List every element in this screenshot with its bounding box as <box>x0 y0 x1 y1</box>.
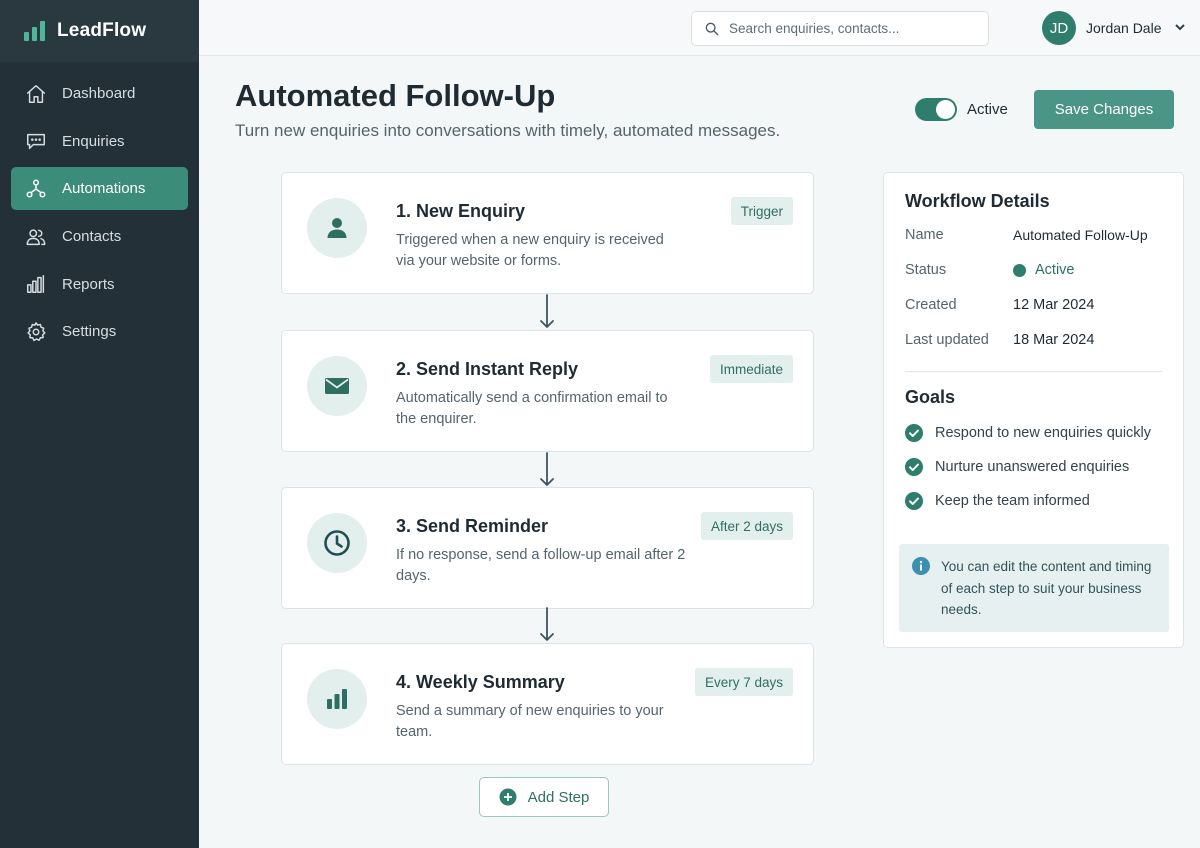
status-badge: Active <box>1035 262 1075 278</box>
step-card-weekly-summary[interactable]: 4. Weekly Summary Send a summary of new … <box>281 643 814 765</box>
toggle-knob <box>936 100 955 119</box>
detail-value: 18 Mar 2024 <box>1013 332 1095 348</box>
goal-item: Keep the team informed <box>905 492 1090 510</box>
sidebar: LeadFlow Dashboard Enquiries Automations… <box>0 0 199 848</box>
detail-row-name: Name Automated Follow-Up <box>905 227 1148 243</box>
arrow-down-icon <box>537 452 557 488</box>
detail-label: Last updated <box>905 332 989 348</box>
sidebar-item-label: Enquiries <box>62 132 125 150</box>
bar-chart-icon <box>24 272 48 296</box>
info-icon <box>912 557 930 575</box>
detail-row-created: Created 12 Mar 2024 <box>905 297 1094 313</box>
step-description: Triggered when a new enquiry is received… <box>396 232 664 269</box>
step-title: 1. New Enquiry <box>396 201 526 221</box>
goal-text: Respond to new enquiries quickly <box>935 425 1152 441</box>
bar-chart-icon <box>307 669 367 729</box>
search-icon <box>705 22 719 35</box>
sidebar-item-label: Automations <box>62 180 146 198</box>
active-toggle[interactable]: Active <box>915 98 1008 121</box>
step-title: 3. Send Reminder <box>396 516 549 536</box>
step-title: 2. Send Instant Reply <box>396 359 579 379</box>
workflow-details-panel: Workflow Details Name Automated Follow-U… <box>883 172 1184 648</box>
user-name: Jordan Dale <box>1086 20 1162 36</box>
step-description: If no response, send a follow-up email a… <box>396 547 686 584</box>
sidebar-item-label: Settings <box>62 323 117 341</box>
toggle-label: Active <box>967 101 1008 118</box>
step-badge: Trigger <box>730 197 793 225</box>
brand-name: LeadFlow <box>57 20 147 41</box>
step-badge: Immediate <box>709 355 793 383</box>
goal-item: Nurture unanswered enquiries <box>905 458 1129 476</box>
mail-icon <box>307 356 367 416</box>
clock-icon <box>307 513 367 573</box>
add-step-button[interactable]: Add Step <box>479 777 609 817</box>
info-text: You can edit the content and timing of e… <box>941 559 1152 617</box>
goals-title: Goals <box>905 387 956 407</box>
gear-icon <box>24 320 48 344</box>
check-circle-icon <box>905 458 923 476</box>
plus-circle-icon <box>499 788 517 806</box>
detail-row-last-updated: Last updated 18 Mar 2024 <box>905 332 1094 348</box>
sidebar-item-label: Reports <box>62 275 115 293</box>
toggle-switch[interactable] <box>915 98 957 121</box>
sidebar-item-reports[interactable]: Reports <box>11 263 188 306</box>
save-changes-button[interactable]: Save Changes <box>1034 90 1174 129</box>
brand[interactable]: LeadFlow <box>0 0 199 62</box>
step-title: 4. Weekly Summary <box>396 672 565 692</box>
sidebar-item-enquiries[interactable]: Enquiries <box>11 120 188 163</box>
info-box: You can edit the content and timing of e… <box>899 544 1169 632</box>
sidebar-item-dashboard[interactable]: Dashboard <box>11 72 188 115</box>
step-badge: Every 7 days <box>694 668 793 696</box>
arrow-down-icon <box>537 294 557 330</box>
detail-value: Automated Follow-Up <box>1013 227 1148 243</box>
avatar: JD <box>1042 11 1076 45</box>
status-dot-icon <box>1013 263 1026 277</box>
goal-text: Keep the team informed <box>935 493 1090 509</box>
check-circle-icon <box>905 492 923 510</box>
step-description: Send a summary of new enquiries to your … <box>396 703 664 740</box>
sidebar-item-settings[interactable]: Settings <box>11 310 188 353</box>
detail-label: Created <box>905 297 957 313</box>
sidebar-item-contacts[interactable]: Contacts <box>11 215 188 258</box>
step-card-send-reminder[interactable]: 3. Send Reminder If no response, send a … <box>281 487 814 609</box>
step-badge: After 2 days <box>700 512 793 540</box>
search-box[interactable] <box>691 11 989 46</box>
panel-title: Workflow Details <box>905 191 1050 211</box>
users-icon <box>24 225 48 249</box>
top-bar: JD Jordan Dale <box>199 0 1200 56</box>
detail-label: Name <box>905 227 944 243</box>
step-description: Automatically send a confirmation email … <box>396 390 668 427</box>
step-card-new-enquiry[interactable]: 1. New Enquiry Triggered when a new enqu… <box>281 172 814 294</box>
home-icon <box>24 82 48 106</box>
user-icon <box>307 198 367 258</box>
page-subtitle: Turn new enquiries into conversations wi… <box>235 121 781 140</box>
detail-row-status: Status Active <box>905 262 1075 278</box>
chevron-down-icon[interactable] <box>1162 18 1186 38</box>
step-card-send-instant-reply[interactable]: 2. Send Instant Reply Automatically send… <box>281 330 814 452</box>
check-circle-icon <box>905 424 923 442</box>
arrow-down-icon <box>537 607 557 643</box>
user-menu[interactable]: JD Jordan Dale <box>1042 11 1186 45</box>
chat-icon <box>24 129 48 153</box>
goal-item: Respond to new enquiries quickly <box>905 424 1151 442</box>
detail-value: Active <box>1013 262 1075 278</box>
workflow-icon <box>24 177 48 201</box>
page-title: Automated Follow-Up <box>235 78 556 113</box>
goal-text: Nurture unanswered enquiries <box>935 459 1130 475</box>
divider <box>905 371 1162 372</box>
search-input[interactable] <box>729 21 969 36</box>
sidebar-nav: Dashboard Enquiries Automations Contacts… <box>0 62 199 353</box>
logo-icon <box>24 21 45 41</box>
detail-label: Status <box>905 262 947 278</box>
add-step-label: Add Step <box>527 788 590 806</box>
sidebar-item-label: Contacts <box>62 228 122 246</box>
sidebar-item-label: Dashboard <box>62 85 136 102</box>
detail-value: 12 Mar 2024 <box>1013 297 1095 313</box>
sidebar-item-automations[interactable]: Automations <box>11 167 188 211</box>
